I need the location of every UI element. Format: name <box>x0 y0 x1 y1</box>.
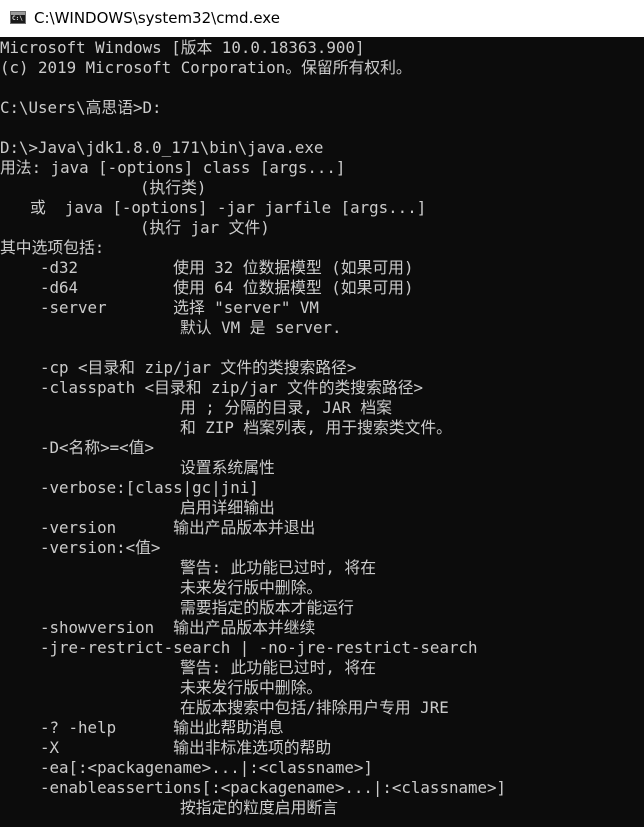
console-line: (执行 jar 文件) <box>140 218 270 237</box>
window-title: C:\WINDOWS\system32\cmd.exe <box>34 9 280 27</box>
console-line: 和 ZIP 档案列表, 用于搜索类文件。 <box>180 418 452 437</box>
console-line: 未来发行版中删除。 <box>180 678 323 697</box>
cmd-app-icon-text: C:\ <box>12 15 23 22</box>
console-line: 警告: 此功能已过时, 将在 <box>180 558 377 577</box>
cmd-app-icon[interactable]: C:\ <box>10 11 26 24</box>
console-line: -version 输出产品版本并退出 <box>40 518 316 537</box>
console-line: 用 ; 分隔的目录, JAR 档案 <box>180 398 392 417</box>
console-line: 未来发行版中删除。 <box>180 578 323 597</box>
console-line: C:\Users\高思语>D: <box>0 98 162 117</box>
console-output[interactable]: Microsoft Windows [版本 10.0.18363.900] (c)… <box>0 37 644 827</box>
console-line: (c) 2019 Microsoft Corporation。保留所有权利。 <box>0 58 412 77</box>
console-line: -cp <目录和 zip/jar 文件的类搜索路径> <box>40 358 357 377</box>
console-line: -jre-restrict-search | -no-jre-restrict-… <box>40 638 478 657</box>
console-line: (执行类) <box>140 178 207 197</box>
console-line: -X 输出非标准选项的帮助 <box>40 738 332 757</box>
console-line: 需要指定的版本才能运行 <box>180 598 354 617</box>
console-line: -ea[:<packagename>...|:<classname>] <box>40 758 373 777</box>
console-line: -D<名称>=<值> <box>40 438 154 457</box>
console-line: -d32 使用 32 位数据模型 (如果可用) <box>40 258 414 277</box>
console-line: 或 java [-options] -jar jarfile [args...] <box>30 198 427 217</box>
console-line: -d64 使用 64 位数据模型 (如果可用) <box>40 278 414 297</box>
console-line: -version:<值> <box>40 538 161 557</box>
console-line: 启用详细输出 <box>180 498 275 517</box>
console-line: 用法: java [-options] class [args...] <box>0 158 346 177</box>
console-line: D:\>Java\jdk1.8.0_171\bin\java.exe <box>0 138 324 157</box>
console-line: -showversion 输出产品版本并继续 <box>40 618 316 637</box>
window-titlebar[interactable]: C:\ C:\WINDOWS\system32\cmd.exe <box>0 0 644 37</box>
console-line: -classpath <目录和 zip/jar 文件的类搜索路径> <box>40 378 423 397</box>
console-line: -verbose:[class|gc|jni] <box>40 478 259 497</box>
console-line: 其中选项包括: <box>0 238 105 257</box>
console-line: -? -help 输出此帮助消息 <box>40 718 284 737</box>
console-line: 设置系统属性 <box>180 458 275 477</box>
console-line: -enableassertions[:<packagename>...|:<cl… <box>40 778 507 797</box>
console-line: 在版本搜索中包括/排除用户专用 JRE <box>180 698 449 717</box>
console-line: 默认 VM 是 server. <box>180 318 342 337</box>
console-line: -server 选择 "server" VM <box>40 298 319 317</box>
console-line: 按指定的粒度启用断言 <box>180 798 338 817</box>
console-line: 警告: 此功能已过时, 将在 <box>180 658 377 677</box>
console-line: Microsoft Windows [版本 10.0.18363.900] <box>0 38 365 57</box>
